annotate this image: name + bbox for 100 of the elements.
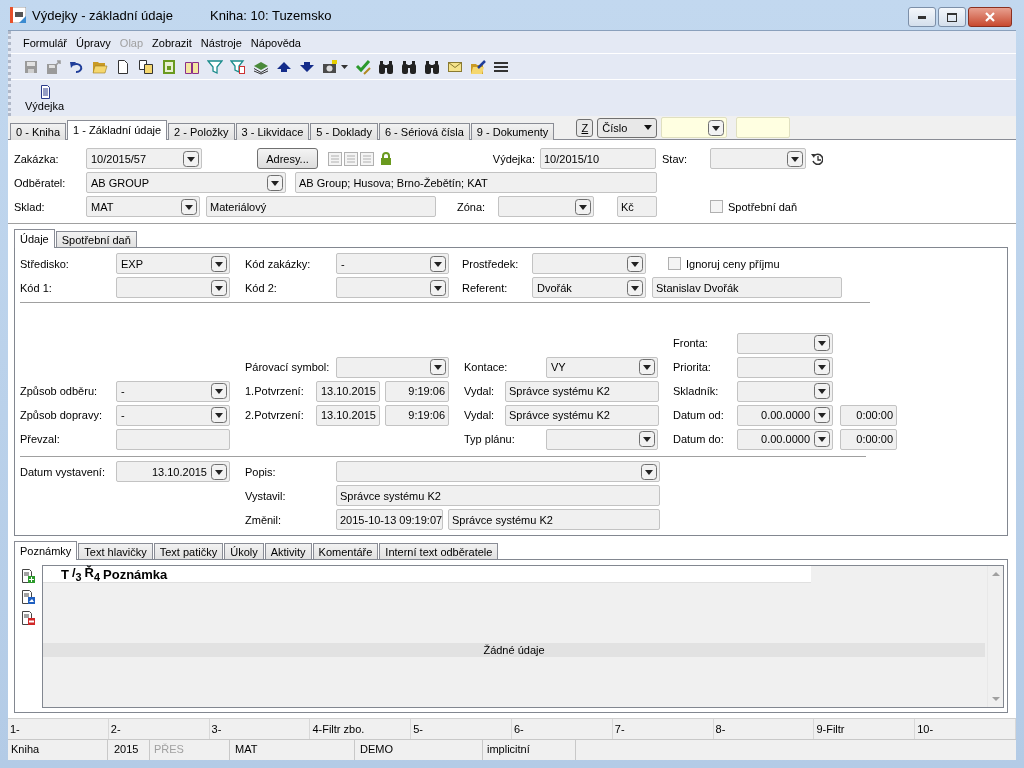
dropdown-field[interactable]: MAT bbox=[86, 196, 200, 217]
dropdown-field[interactable] bbox=[737, 356, 833, 378]
filter-field[interactable] bbox=[661, 117, 728, 138]
field-label: Zakázka: bbox=[14, 152, 60, 165]
dropdown-field[interactable]: AB GROUP bbox=[86, 172, 286, 193]
sort-button[interactable]: Z bbox=[576, 118, 594, 137]
text-field[interactable]: 0:00:00 bbox=[840, 428, 897, 450]
copy-pages-icon[interactable] bbox=[138, 58, 154, 75]
status-text: PŘES bbox=[150, 740, 230, 760]
dropdown-field[interactable] bbox=[116, 277, 230, 298]
text-field[interactable]: Materiálový bbox=[206, 196, 436, 217]
field-label: Změnil: bbox=[245, 513, 283, 526]
field-label: Referent: bbox=[462, 281, 509, 294]
menu-item[interactable]: Nástroje bbox=[200, 37, 242, 50]
status-text: 2015 bbox=[108, 740, 150, 760]
new-page-icon[interactable] bbox=[115, 58, 131, 75]
field-label: Priorita: bbox=[673, 361, 712, 373]
binoculars-icon[interactable] bbox=[401, 58, 417, 75]
text-field[interactable]: 10/2015/10 bbox=[540, 148, 656, 169]
column-header[interactable]: /$_{3}$ bbox=[71, 565, 85, 583]
checkbox-label: Ignoruj ceny příjmu bbox=[686, 257, 780, 270]
tab[interactable]: 1 - Základní údaje bbox=[67, 120, 168, 140]
dropdown-field[interactable]: 0.00.0000 bbox=[737, 404, 833, 426]
tab[interactable]: 9 - Dokumenty bbox=[470, 123, 555, 140]
text-field[interactable]: 13.10.2015 bbox=[316, 380, 380, 402]
text-field[interactable] bbox=[116, 428, 230, 450]
tab[interactable]: 0 - Kniha bbox=[10, 123, 67, 140]
text-field[interactable]: Stanislav Dvořák bbox=[652, 277, 842, 298]
close-button[interactable] bbox=[968, 7, 1012, 27]
menu-item[interactable]: Formulář bbox=[23, 37, 67, 50]
delete-note-icon[interactable] bbox=[20, 610, 36, 626]
field-label: Popis: bbox=[245, 465, 277, 478]
minimize-icon bbox=[918, 15, 926, 19]
maximize-button[interactable] bbox=[938, 7, 966, 27]
tab[interactable]: 5 - Doklady bbox=[310, 123, 378, 140]
dropdown-field[interactable]: - bbox=[116, 380, 230, 402]
dropdown-field[interactable]: - bbox=[336, 253, 449, 274]
dropdown-field[interactable]: VY bbox=[546, 356, 658, 378]
text-field[interactable]: Správce systému K2 bbox=[336, 485, 660, 506]
folder-pencil-icon[interactable] bbox=[470, 58, 486, 75]
text-field[interactable]: AB Group; Husova; Brno-Žebětín; KAT bbox=[295, 172, 657, 193]
checkbox[interactable] bbox=[710, 200, 723, 213]
toolbar-button[interactable]: Výdejka bbox=[23, 82, 67, 115]
addresses-button[interactable]: Adresy... bbox=[257, 148, 318, 169]
caret-icon[interactable] bbox=[644, 125, 653, 130]
tab[interactable]: 6 - Sériová čísla bbox=[378, 123, 470, 140]
text-field[interactable]: 2015-10-13 09:19:07 bbox=[336, 509, 443, 530]
status-text: DEMO bbox=[355, 740, 483, 760]
menu-item[interactable]: Zobrazit bbox=[152, 37, 192, 50]
history-icon[interactable] bbox=[810, 152, 823, 165]
text-field[interactable]: Správce systému K2 bbox=[505, 380, 659, 402]
minimize-button[interactable] bbox=[908, 7, 936, 27]
binoculars-icon[interactable] bbox=[378, 58, 394, 75]
tab[interactable]: Údaje bbox=[14, 229, 55, 248]
text-field[interactable]: Kč bbox=[617, 196, 657, 217]
status-text: MAT bbox=[230, 740, 355, 760]
dropdown-field[interactable] bbox=[336, 461, 660, 482]
dropdown-field[interactable] bbox=[737, 332, 833, 354]
column-header[interactable]: Ř$_{4}$ bbox=[84, 565, 104, 583]
tab[interactable]: 3 - Likvidace bbox=[235, 123, 310, 140]
checkbox-label: Spotřební daň bbox=[728, 200, 798, 213]
sort-dropdown[interactable]: Číslo bbox=[597, 117, 658, 138]
menu-item[interactable]: Nápověda bbox=[250, 37, 301, 50]
tab[interactable]: Poznámky bbox=[14, 541, 78, 560]
text-field[interactable]: Správce systému K2 bbox=[448, 509, 660, 530]
field-label: Odběratel: bbox=[14, 176, 67, 189]
menu-item[interactable]: Úpravy bbox=[76, 37, 111, 50]
dropdown-field[interactable]: Dvořák bbox=[532, 277, 646, 298]
field-label: Párovací symbol: bbox=[245, 361, 331, 373]
dropdown-field[interactable] bbox=[498, 196, 594, 217]
camera-icon[interactable] bbox=[322, 58, 338, 75]
text-field[interactable]: 9:19:06 bbox=[385, 404, 449, 426]
dropdown-field[interactable] bbox=[737, 380, 833, 402]
add-note-icon[interactable] bbox=[20, 568, 36, 584]
filter-icon[interactable] bbox=[207, 58, 223, 75]
dropdown-field[interactable]: 10/2015/57 bbox=[86, 148, 202, 169]
dropdown-field[interactable]: - bbox=[116, 404, 230, 426]
binoculars-icon[interactable] bbox=[424, 58, 440, 75]
text-field[interactable]: 13.10.2015 bbox=[316, 404, 380, 426]
dropdown-field[interactable] bbox=[546, 428, 658, 450]
text-field[interactable]: 0:00:00 bbox=[840, 404, 897, 426]
dropdown-field[interactable] bbox=[336, 356, 449, 378]
dropdown-field[interactable] bbox=[336, 277, 449, 298]
dropdown-field[interactable] bbox=[532, 253, 646, 274]
field-label: Kód 1: bbox=[20, 281, 53, 294]
dropdown-field[interactable] bbox=[710, 148, 806, 169]
dropdown-field[interactable]: 13.10.2015 bbox=[116, 461, 230, 482]
column-header[interactable]: T bbox=[61, 566, 72, 582]
checkbox[interactable] bbox=[668, 257, 681, 270]
column-header[interactable]: Poznámka bbox=[103, 566, 171, 582]
check-pencil-icon[interactable] bbox=[355, 58, 371, 75]
edit-note-icon[interactable] bbox=[20, 589, 36, 605]
tab[interactable]: 2 - Položky bbox=[168, 123, 235, 140]
filter-list-icon[interactable] bbox=[230, 58, 246, 75]
text-field[interactable]: 9:19:06 bbox=[385, 380, 449, 402]
filter-field[interactable] bbox=[736, 117, 791, 138]
dropdown-field[interactable]: 0.00.0000 bbox=[737, 428, 833, 450]
text-field[interactable]: Správce systému K2 bbox=[505, 404, 659, 426]
field-label: 1.Potvrzení: bbox=[245, 385, 305, 397]
dropdown-field[interactable]: EXP bbox=[116, 253, 230, 274]
